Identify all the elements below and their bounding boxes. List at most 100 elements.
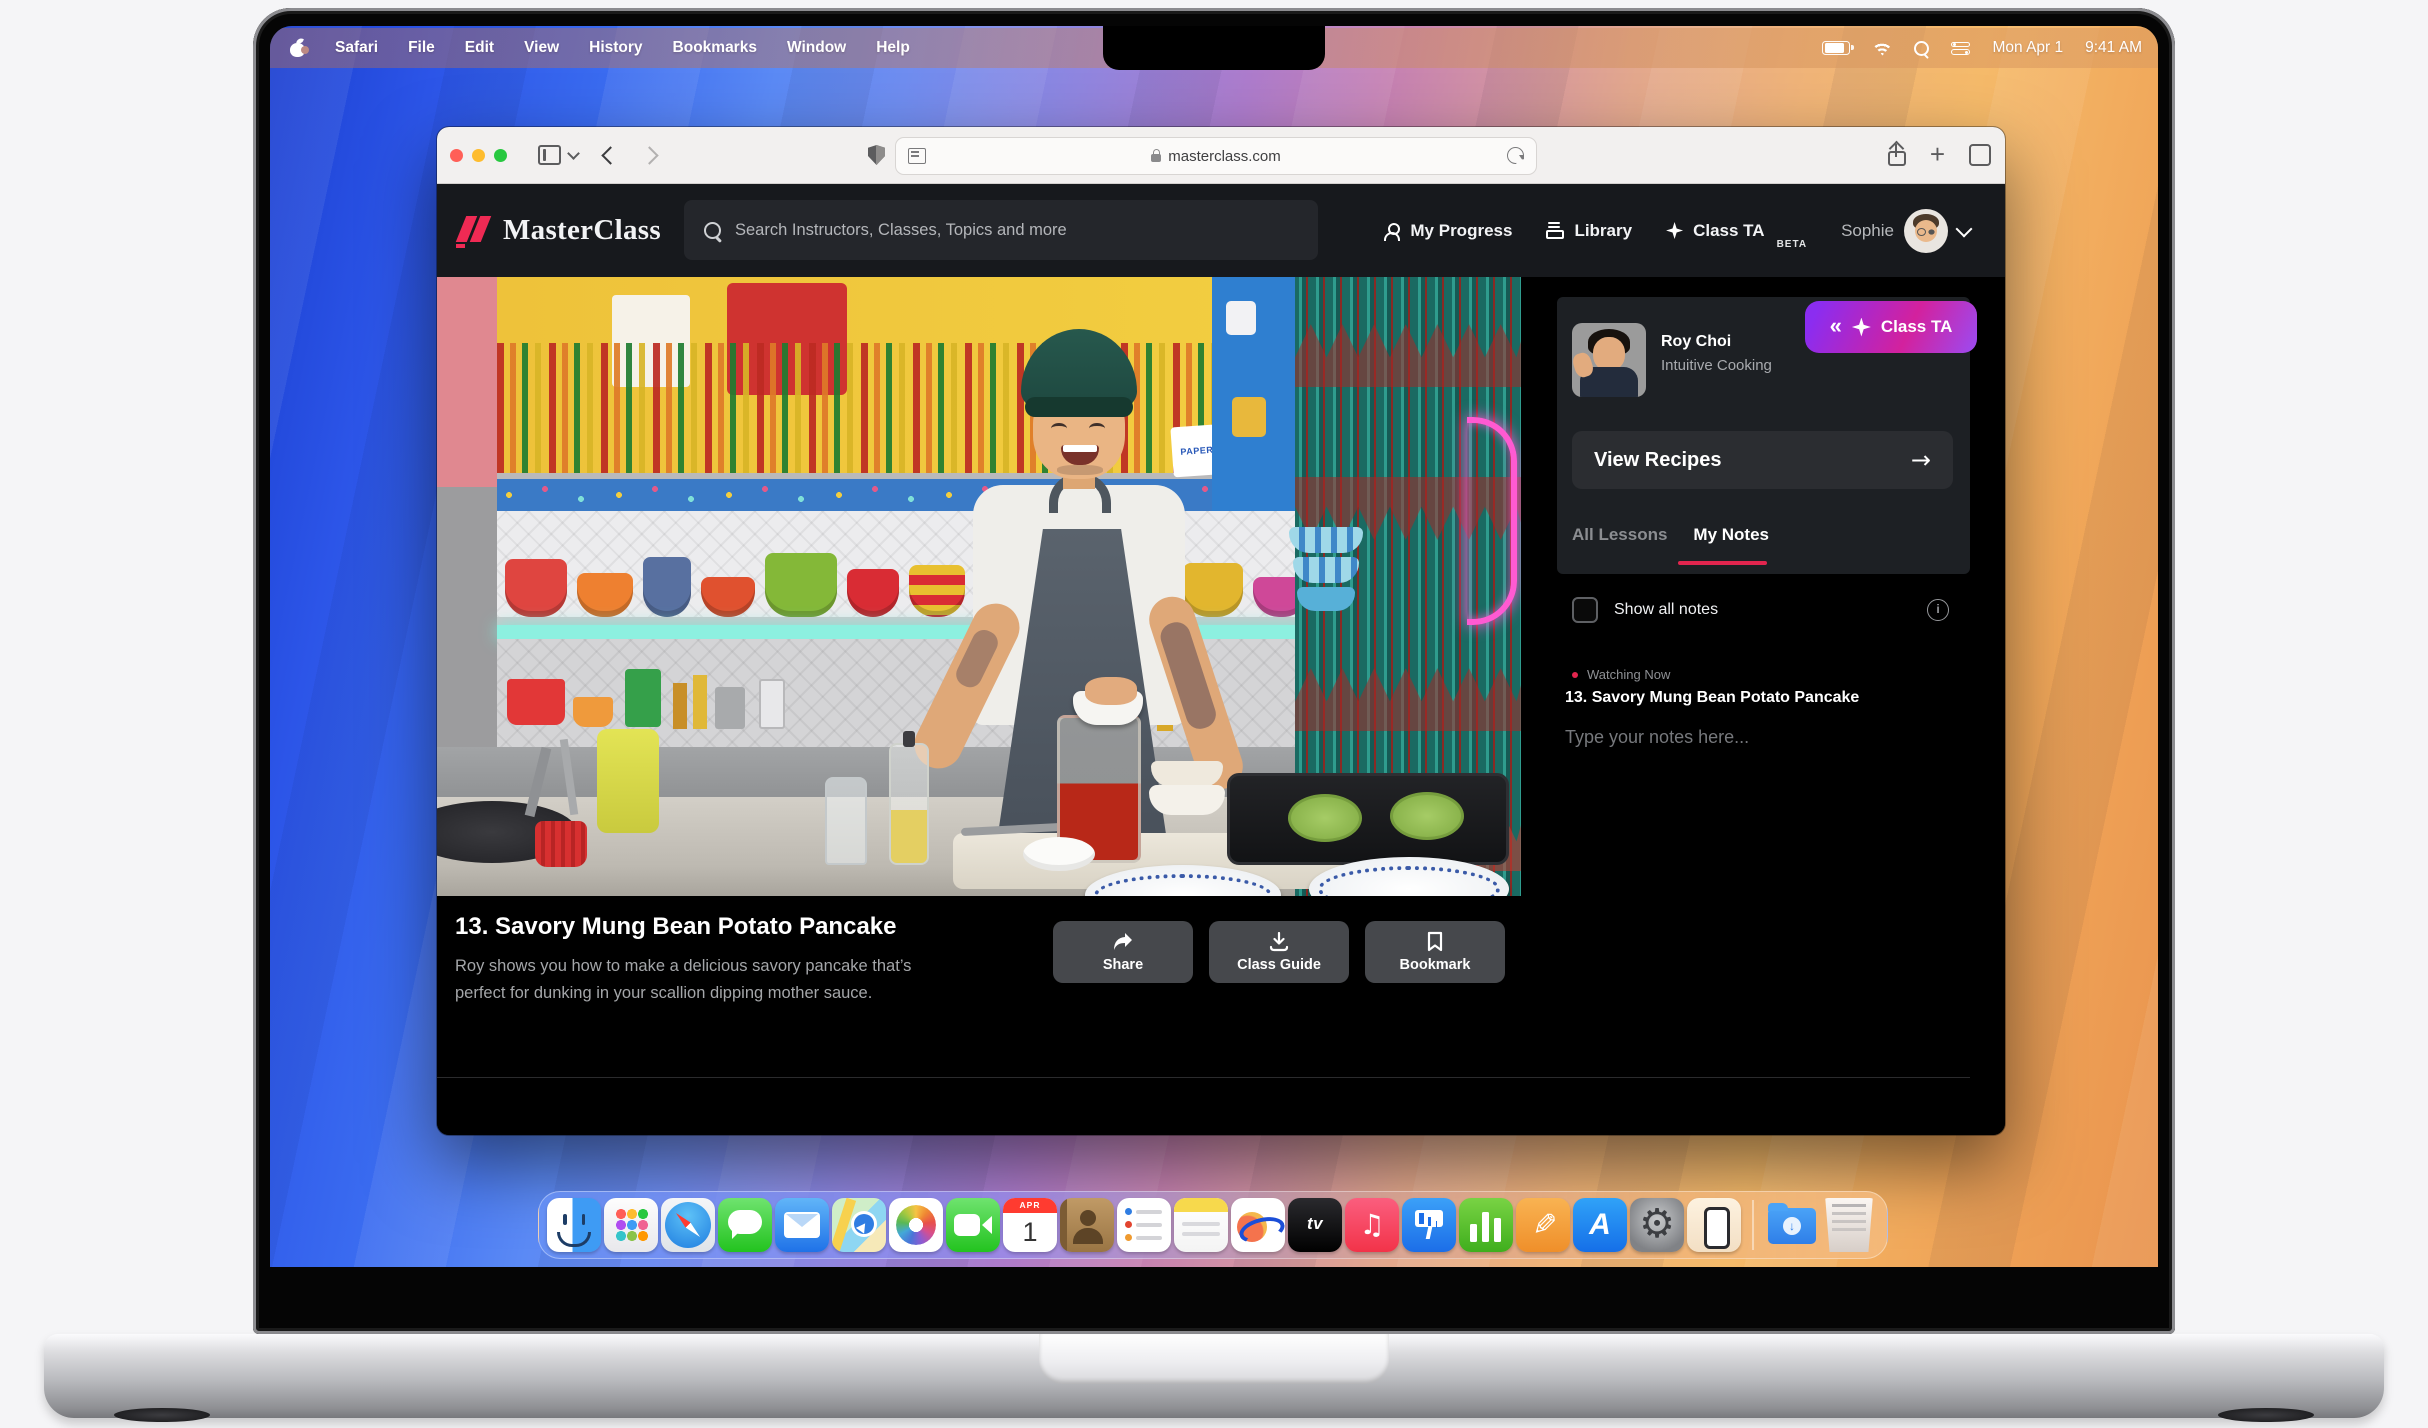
lock-icon: [1151, 154, 1161, 162]
status-time[interactable]: 9:41 AM: [2085, 39, 2142, 57]
show-all-notes-row: Show all notes: [1572, 597, 1718, 623]
menu-file[interactable]: File: [408, 39, 435, 57]
dock-divider: [1752, 1200, 1754, 1250]
minimize-window-button[interactable]: [472, 149, 485, 162]
scene-bowl: [847, 569, 899, 617]
nav-my-progress[interactable]: My Progress: [1384, 221, 1512, 241]
tab-my-notes[interactable]: My Notes: [1693, 525, 1769, 545]
sparkle-icon: [1666, 222, 1683, 239]
class-ta-collapse-button[interactable]: « Class TA: [1805, 301, 1977, 353]
notes-input[interactable]: Type your notes here...: [1565, 727, 1749, 748]
control-center-icon[interactable]: [1951, 42, 1970, 55]
menu-window[interactable]: Window: [787, 39, 846, 57]
current-lesson-label: 13. Savory Mung Bean Potato Pancake: [1565, 689, 1859, 707]
dock-icon-downloads[interactable]: ↓: [1765, 1198, 1819, 1252]
masterclass-logo-text: MasterClass: [503, 214, 661, 247]
dock-icon-numbers[interactable]: [1459, 1198, 1513, 1252]
tab-all-lessons[interactable]: All Lessons: [1572, 525, 1667, 545]
menu-history[interactable]: History: [589, 39, 642, 57]
menu-app-name[interactable]: Safari: [335, 39, 378, 57]
new-tab-icon[interactable]: +: [1930, 141, 1945, 167]
lesson-actions: Share Class Guide Bookmark: [1053, 921, 1505, 983]
bookmark-button[interactable]: Bookmark: [1365, 921, 1505, 983]
show-all-notes-checkbox[interactable]: [1572, 597, 1598, 623]
menu-help[interactable]: Help: [876, 39, 910, 57]
wifi-icon[interactable]: [1872, 41, 1892, 56]
dock-icon-reminders[interactable]: [1117, 1198, 1171, 1252]
battery-icon[interactable]: [1822, 41, 1850, 55]
watching-now-label: Watching Now: [1587, 667, 1670, 682]
beta-badge: BETA: [1777, 239, 1807, 250]
scene-neon-light: [1467, 417, 1517, 625]
scene-small-bowl: [1023, 837, 1095, 871]
lesson-description: Roy shows you how to make a delicious sa…: [455, 953, 955, 1007]
sidebar-toggle-icon[interactable]: [538, 145, 561, 165]
instructor-name: Roy Choi: [1661, 333, 1731, 351]
reload-icon[interactable]: [1507, 147, 1524, 164]
masterclass-logo[interactable]: MasterClass: [455, 214, 661, 248]
arrow-right-icon: →: [1911, 446, 1931, 474]
dock-icon-pages[interactable]: ✎: [1516, 1198, 1570, 1252]
page-content: PAPER HAT: [437, 277, 2005, 1135]
site-search-input[interactable]: Search Instructors, Classes, Topics and …: [684, 200, 1318, 260]
dock-icon-maps[interactable]: [832, 1198, 886, 1252]
scene-glass-carafe: [825, 777, 867, 865]
close-window-button[interactable]: [450, 149, 463, 162]
share-page-icon[interactable]: [1888, 145, 1906, 166]
zoom-window-button[interactable]: [494, 149, 507, 162]
menu-edit[interactable]: Edit: [465, 39, 494, 57]
dock-icon-keynote[interactable]: [1402, 1198, 1456, 1252]
dock-icon-freeform[interactable]: [1231, 1198, 1285, 1252]
info-icon[interactable]: i: [1927, 599, 1949, 621]
class-guide-button[interactable]: Class Guide: [1209, 921, 1349, 983]
library-icon: [1546, 222, 1564, 239]
toolbar-right: +: [1888, 127, 1991, 183]
dock-icon-contacts[interactable]: [1060, 1198, 1114, 1252]
status-date[interactable]: Mon Apr 1: [1992, 39, 2063, 57]
watching-now-dot: [1572, 672, 1578, 678]
apple-menu-icon[interactable]: [290, 39, 305, 57]
dock-icon-finder[interactable]: [547, 1198, 601, 1252]
nav-library[interactable]: Library: [1546, 221, 1632, 241]
address-bar[interactable]: masterclass.com: [895, 137, 1537, 175]
dock-icon-launchpad[interactable]: [604, 1198, 658, 1252]
page-format-icon[interactable]: [908, 148, 926, 164]
scene-bowl: [701, 577, 755, 617]
collapse-chevrons-icon: «: [1830, 313, 1842, 339]
dock-icon-app-store[interactable]: A: [1573, 1198, 1627, 1252]
forward-button[interactable]: [640, 146, 658, 164]
dock-icon-trash[interactable]: [1822, 1198, 1876, 1252]
user-menu[interactable]: Sophie: [1841, 209, 1970, 253]
sidebar-chevron-icon[interactable]: [567, 147, 580, 160]
scene-red-cup: [535, 821, 587, 867]
show-all-notes-label: Show all notes: [1614, 601, 1718, 619]
dock-icon-calendar[interactable]: APR 1: [1003, 1198, 1057, 1252]
dock-icon-iphone-mirroring[interactable]: [1687, 1198, 1741, 1252]
download-icon: [1268, 932, 1290, 952]
privacy-shield-icon[interactable]: [868, 145, 885, 165]
chevron-down-icon: [1956, 220, 1973, 237]
site-nav: My Progress Library Class TA BETA Sophie: [1384, 184, 1970, 277]
share-button[interactable]: Share: [1053, 921, 1193, 983]
dock-icon-messages[interactable]: [718, 1198, 772, 1252]
dock-icon-facetime[interactable]: [946, 1198, 1000, 1252]
menu-bookmarks[interactable]: Bookmarks: [673, 39, 757, 57]
class-guide-label: Class Guide: [1237, 957, 1321, 973]
active-tab-underline: [1678, 561, 1767, 565]
dock-icon-notes[interactable]: [1174, 1198, 1228, 1252]
dock-icon-safari[interactable]: [661, 1198, 715, 1252]
lid-lift-notch: [1039, 1334, 1389, 1384]
nav-class-ta[interactable]: Class TA BETA: [1666, 211, 1807, 250]
view-recipes-button[interactable]: View Recipes →: [1572, 431, 1953, 489]
menu-view[interactable]: View: [524, 39, 559, 57]
dock-icon-music[interactable]: ♫: [1345, 1198, 1399, 1252]
nav-class-ta-label: Class TA: [1693, 221, 1765, 241]
dock-icon-photos[interactable]: [889, 1198, 943, 1252]
video-player[interactable]: PAPER HAT: [437, 277, 1521, 896]
dock-icon-system-settings[interactable]: ⚙: [1630, 1198, 1684, 1252]
spotlight-icon[interactable]: [1914, 41, 1929, 56]
back-button[interactable]: [601, 146, 619, 164]
tab-overview-icon[interactable]: [1969, 144, 1991, 166]
dock-icon-mail[interactable]: [775, 1198, 829, 1252]
dock-icon-apple-tv[interactable]: tv: [1288, 1198, 1342, 1252]
